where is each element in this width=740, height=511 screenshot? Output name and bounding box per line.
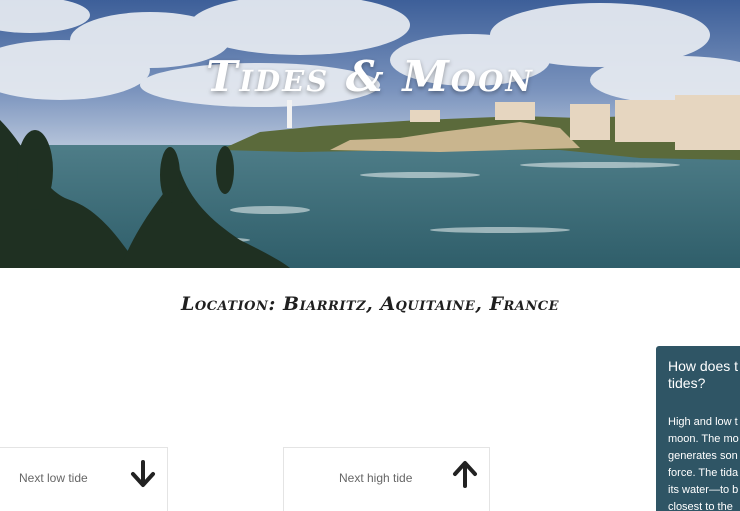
info-title-line: tides? bbox=[668, 375, 706, 391]
next-high-tide-label: Next high tide bbox=[339, 471, 413, 485]
tides-info-panel: How does t tides? High and low t moon. T… bbox=[656, 346, 740, 511]
info-body-line: High and low t bbox=[668, 416, 738, 428]
coastline-photo bbox=[0, 0, 740, 268]
location-heading: Location: Biarritz, Aquitaine, France bbox=[181, 293, 559, 315]
arrow-down-icon bbox=[131, 460, 155, 487]
info-panel-title: How does t tides? bbox=[668, 358, 740, 392]
info-body-line: moon. The mo bbox=[668, 433, 739, 445]
info-title-line: How does t bbox=[668, 358, 739, 374]
next-low-tide-label: Next low tide bbox=[19, 471, 88, 485]
hero-banner: Tides & Moon bbox=[0, 0, 740, 268]
next-low-tide-card[interactable]: Next low tide bbox=[0, 447, 168, 511]
next-high-tide-card[interactable]: Next high tide bbox=[283, 447, 490, 511]
page-title: Tides & Moon bbox=[206, 52, 534, 101]
info-body-line: closest to the bbox=[668, 501, 733, 511]
info-panel-body: High and low t moon. The mo generates so… bbox=[668, 414, 740, 511]
info-body-line: force. The tida bbox=[668, 467, 739, 479]
arrow-up-icon bbox=[453, 461, 477, 488]
info-body-line: generates son bbox=[668, 450, 738, 462]
info-body-line: its water—to b bbox=[668, 484, 739, 496]
